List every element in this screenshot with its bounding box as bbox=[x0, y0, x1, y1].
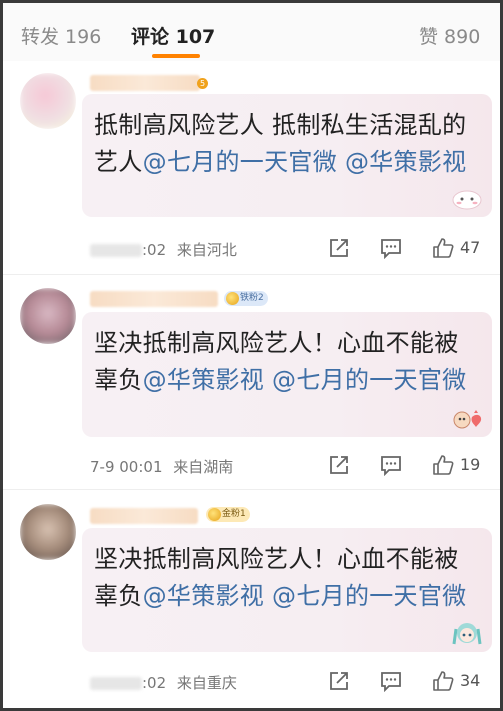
screenshot-border bbox=[0, 0, 503, 711]
